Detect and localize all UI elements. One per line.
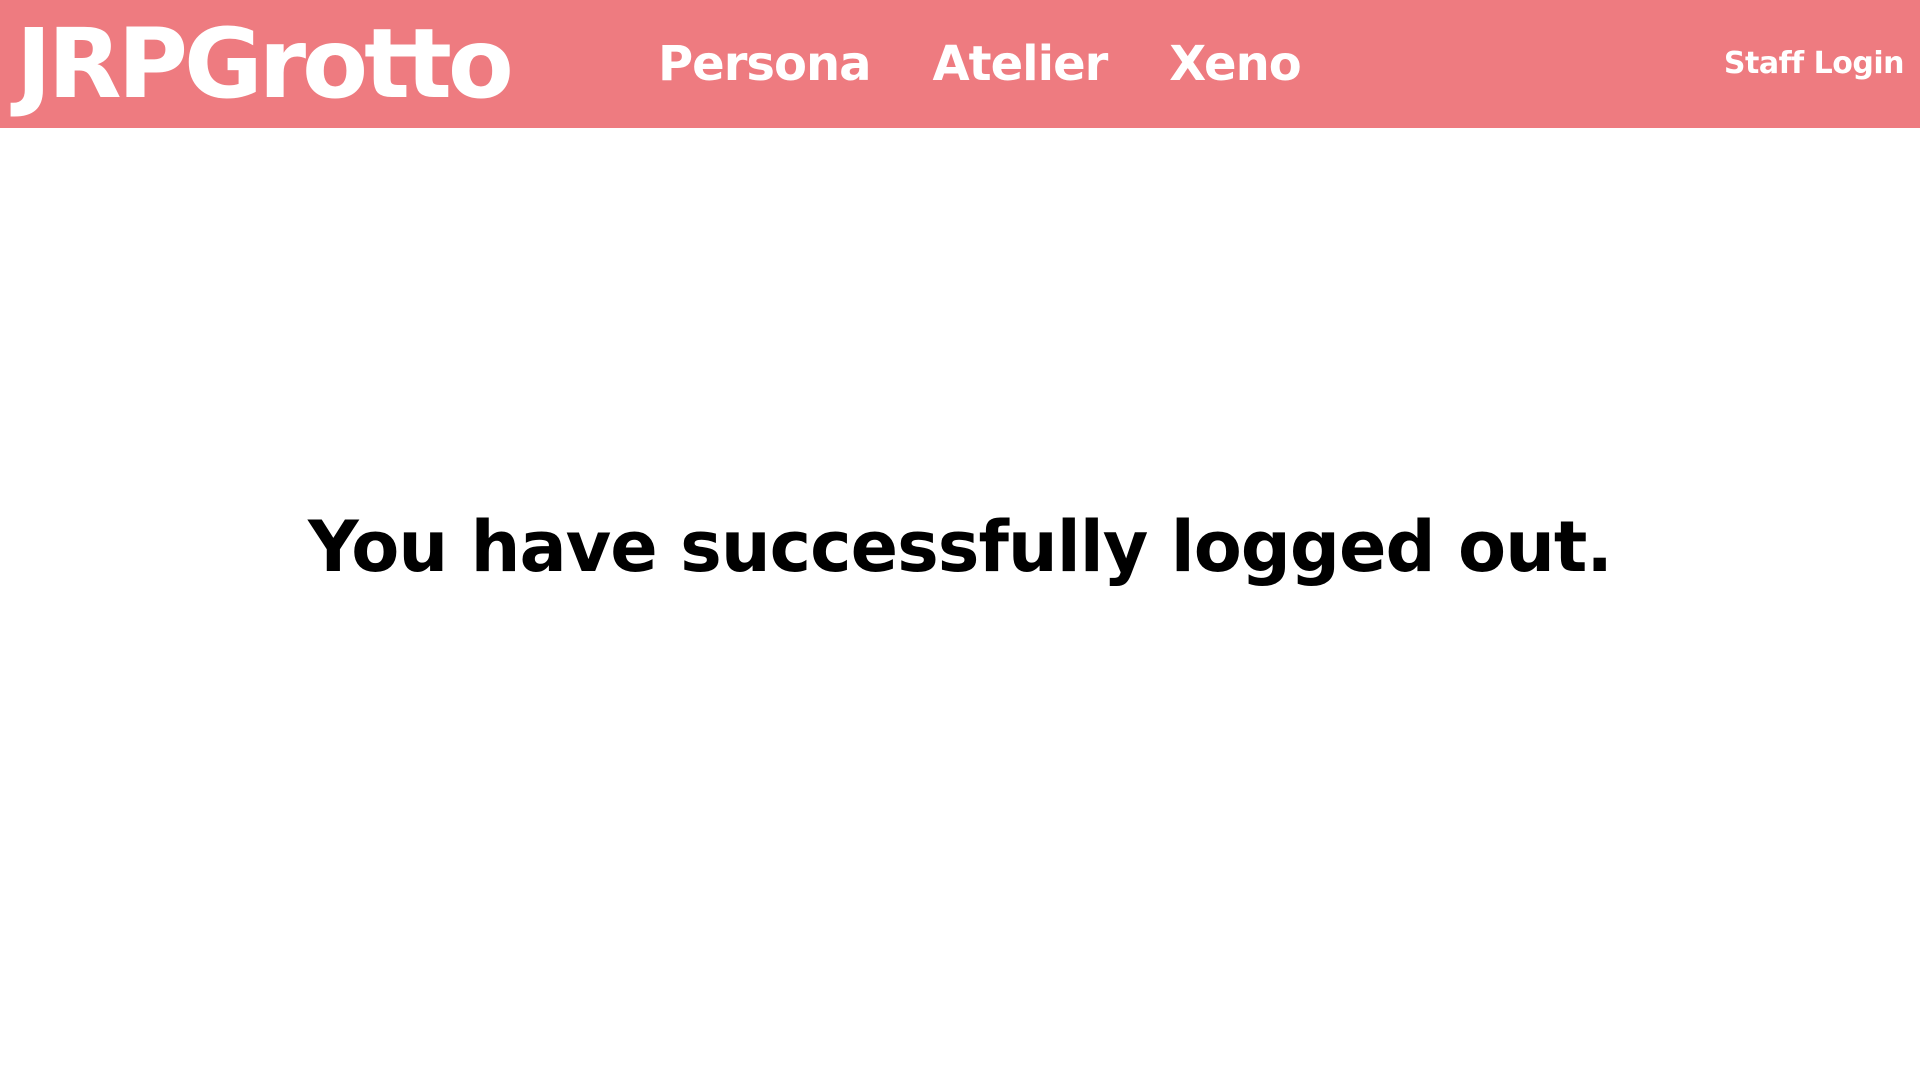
main-nav: Persona Atelier Xeno [658,0,1363,128]
logout-message: You have successfully logged out. [308,506,1613,588]
main-content: You have successfully logged out. [0,128,1920,1080]
nav-item-persona[interactable]: Persona [658,0,872,128]
site-header: JRPGrotto Persona Atelier Xeno Staff Log… [0,0,1920,128]
staff-login-link[interactable]: Staff Login [1724,0,1905,128]
site-logo[interactable]: JRPGrotto [16,0,514,128]
nav-item-xeno[interactable]: Xeno [1169,0,1301,128]
nav-item-atelier[interactable]: Atelier [933,0,1109,128]
